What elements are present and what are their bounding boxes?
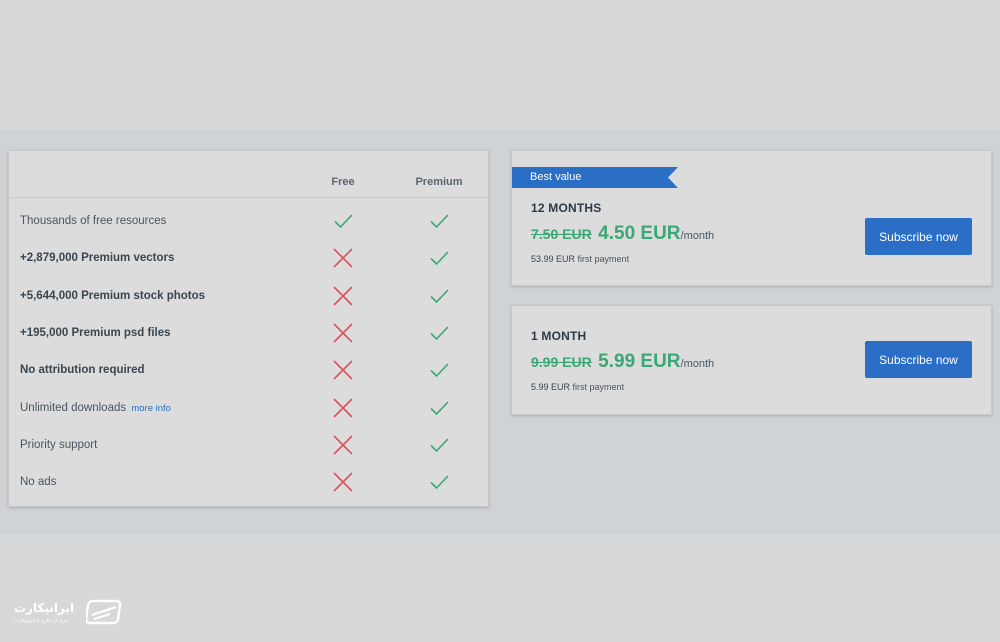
check-icon	[427, 470, 451, 494]
feature-label: No attribution required	[20, 364, 145, 376]
feature-text: +5,644,000 Premium stock photos	[20, 289, 206, 302]
feature-label: +5,644,000 Premium stock photos	[20, 290, 205, 302]
plan-card-1-month: 1 MONTH 9.99 EUR 5.99 EUR/month 5.99 EUR…	[511, 305, 992, 415]
first-payment-amount: 53.99 EUR	[531, 254, 576, 264]
first-payment-label: first payment	[577, 254, 630, 264]
table-row: Thousands of free resources	[9, 207, 488, 244]
cross-icon	[331, 246, 355, 270]
table-row: +195,000 Premium psd files	[9, 319, 488, 356]
watermark-title: ایرانیکارت	[14, 601, 75, 615]
price-period: /month	[680, 230, 715, 242]
feature-text: No ads	[20, 476, 57, 489]
subscribe-1-month-button[interactable]: Subscribe now	[865, 341, 972, 378]
column-header-free: Free	[331, 176, 355, 188]
feature-label: +195,000 Premium psd files	[20, 327, 171, 339]
new-price: 5.99 EUR	[598, 351, 681, 372]
feature-label: No ads	[20, 476, 56, 488]
check-icon	[427, 209, 451, 233]
column-header-premium: Premium	[415, 176, 463, 188]
check-icon	[427, 246, 451, 270]
watermark-subtitle: خرید از خارج با ایرانیکارت	[14, 618, 69, 624]
old-price: 9.99 EUR	[531, 354, 592, 370]
table-row: Priority support	[9, 431, 488, 468]
first-payment: 53.99 EUR first payment	[531, 254, 629, 264]
price-period: /month	[680, 358, 715, 370]
cross-icon	[331, 470, 355, 494]
ribbon-label: Best value	[530, 171, 582, 183]
subscribe-12-months-button[interactable]: Subscribe now	[865, 218, 972, 255]
first-payment-label: first payment	[572, 382, 625, 392]
feature-label: +2,879,000 Premium vectors	[20, 252, 174, 264]
feature-label: Unlimited downloads more info	[20, 402, 171, 414]
cross-icon	[331, 321, 355, 345]
new-price: 4.50 EUR	[598, 223, 681, 244]
feature-text: +195,000 Premium psd files	[20, 326, 171, 339]
feature-label: Thousands of free resources	[20, 215, 166, 227]
feature-text: Thousands of free resources	[20, 215, 167, 227]
feature-text: Unlimited downloads	[20, 401, 127, 414]
best-value-ribbon: Best value	[512, 167, 678, 188]
plan-title: 12 MONTHS	[531, 201, 602, 215]
feature-text: Priority support	[20, 438, 98, 451]
cross-icon	[331, 284, 355, 308]
plan-card-12-months: Best value 12 MONTHS 7.50 EUR 4.50 EUR/m…	[511, 150, 992, 286]
check-icon	[331, 209, 355, 233]
feature-text: No attribution required	[20, 364, 145, 377]
feature-comparison-table: Free Premium Thousands of free resources…	[8, 150, 489, 507]
feature-text: +2,879,000 Premium vectors	[20, 252, 175, 265]
price-line: 9.99 EUR 5.99 EUR/month	[531, 351, 714, 373]
first-payment-amount: 5.99 EUR	[531, 382, 571, 392]
old-price: 7.50 EUR	[531, 226, 592, 242]
check-icon	[427, 433, 451, 457]
more-info-link[interactable]: more info	[131, 403, 171, 414]
plan-title: 1 MONTH	[531, 329, 587, 343]
card-logo-icon	[86, 599, 122, 625]
cross-icon	[331, 358, 355, 382]
table-row: Unlimited downloads more info	[9, 394, 488, 431]
table-row: No attribution required	[9, 356, 488, 393]
check-icon	[427, 284, 451, 308]
table-row: No ads	[9, 468, 488, 505]
feature-label: Priority support	[20, 439, 97, 451]
table-row: +5,644,000 Premium stock photos	[9, 282, 488, 319]
check-icon	[427, 358, 451, 382]
check-icon	[427, 396, 451, 420]
watermark-logo: ایرانیکارت خرید از خارج با ایرانیکارت	[14, 598, 126, 630]
first-payment: 5.99 EUR first payment	[531, 382, 624, 392]
price-line: 7.50 EUR 4.50 EUR/month	[531, 223, 714, 245]
cross-icon	[331, 433, 355, 457]
table-row: +2,879,000 Premium vectors	[9, 244, 488, 281]
table-header: Free Premium	[9, 151, 488, 198]
cross-icon	[331, 396, 355, 420]
check-icon	[427, 321, 451, 345]
